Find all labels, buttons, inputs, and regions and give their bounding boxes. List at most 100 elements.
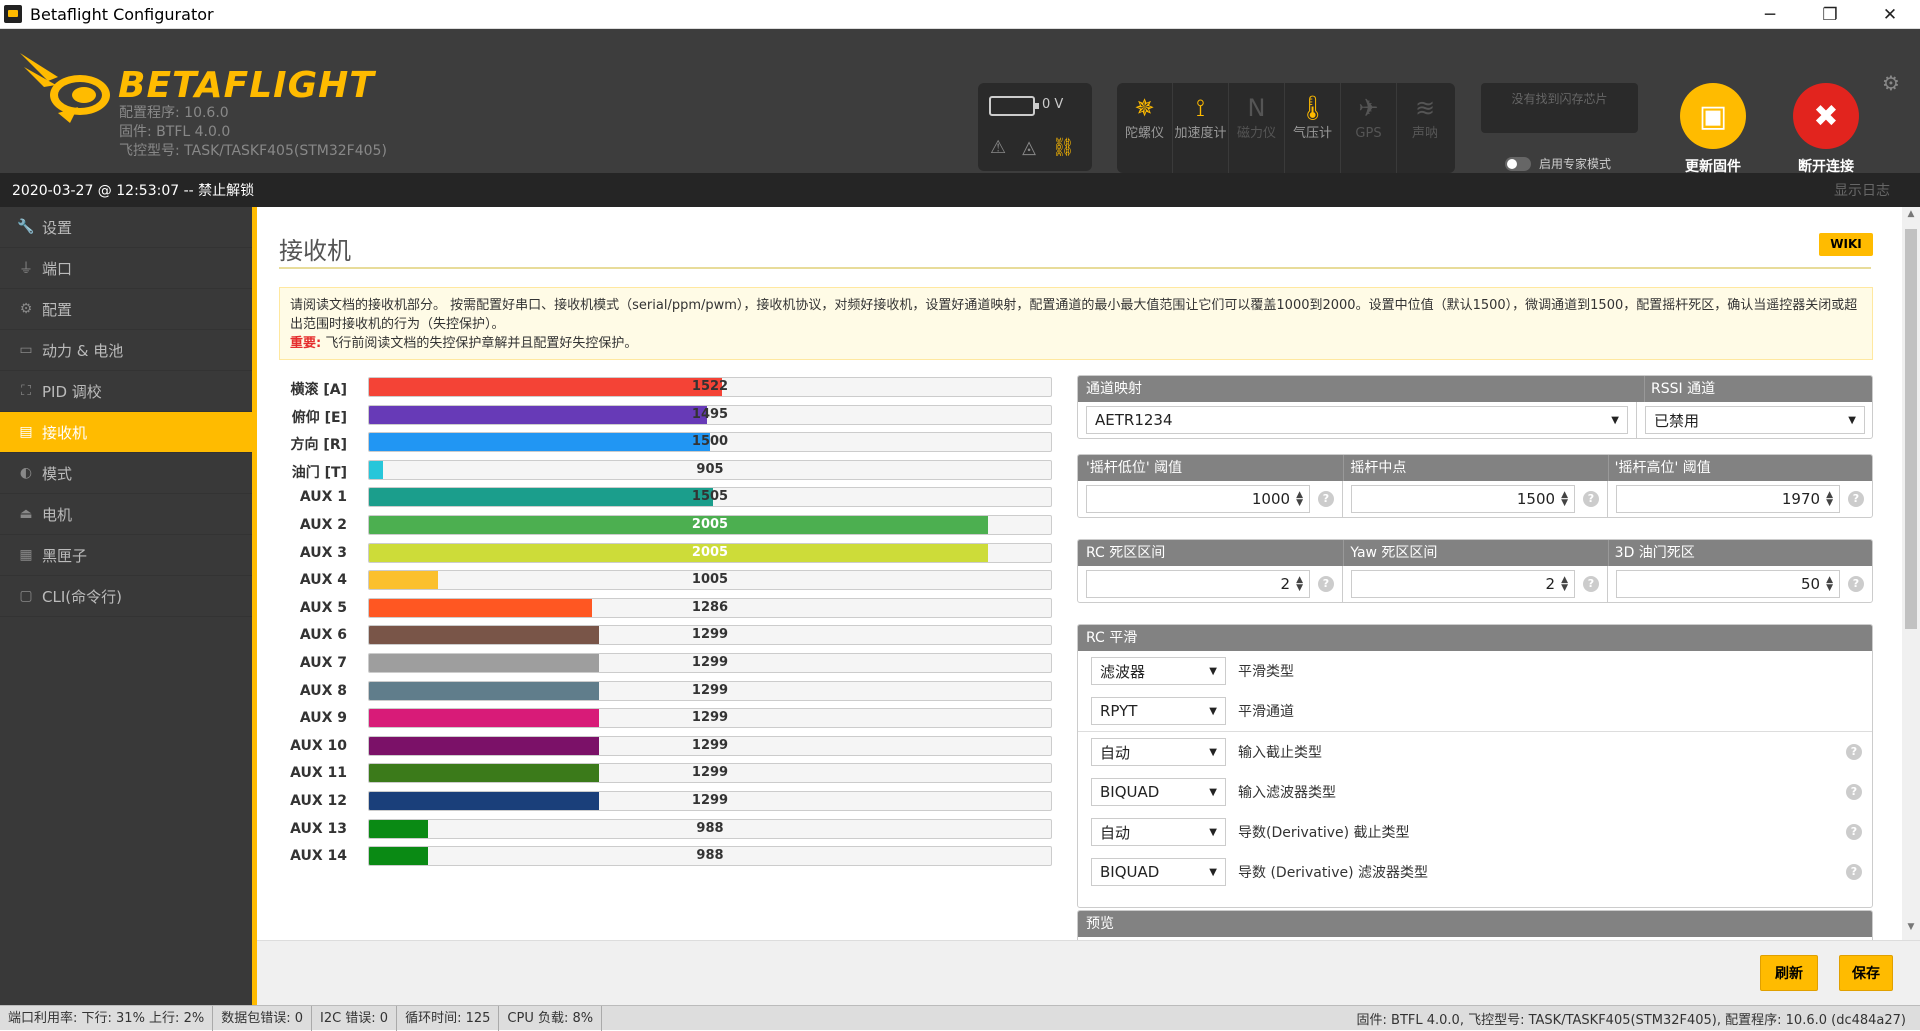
channel-map-select[interactable]: AETR1234 ▼ xyxy=(1086,406,1628,434)
sidebar-item-blackbox[interactable]: ▦ 黑匣子 xyxy=(0,535,252,576)
input-filter-select[interactable]: BIQUAD ▼ xyxy=(1091,778,1226,806)
save-button[interactable]: 保存 xyxy=(1839,955,1893,991)
cycle-time: 循环时间: 125 xyxy=(397,1005,500,1031)
help-icon[interactable]: ? xyxy=(1846,824,1862,840)
wiki-button[interactable]: WIKI xyxy=(1819,233,1873,256)
scrollbar-thumb[interactable] xyxy=(1905,229,1917,629)
expert-mode-toggle[interactable]: 启用专家模式 xyxy=(1505,155,1611,172)
sidebar-item-cli[interactable]: ▢ CLI(命令行) xyxy=(0,576,252,617)
sensor-label: 加速度计 xyxy=(1174,126,1227,141)
sidebar-item-ports[interactable]: ⏚ 端口 xyxy=(0,248,252,289)
channel-row: 横滚 [A] 1522 xyxy=(279,375,1052,403)
channel-bar: 1500 xyxy=(368,432,1052,453)
help-icon[interactable]: ? xyxy=(1583,576,1599,592)
spinner-icon[interactable]: ▲ ▼ xyxy=(1561,491,1568,508)
channel-value: 905 xyxy=(696,461,724,477)
channel-bar: 1299 xyxy=(368,652,1052,673)
close-button[interactable]: ✕ xyxy=(1860,0,1920,29)
sidebar-item-pid[interactable]: ⛶ PID 调校 xyxy=(0,371,252,412)
help-icon[interactable]: ? xyxy=(1846,784,1862,800)
sidebar-item-label: 设置 xyxy=(42,218,73,237)
notice-text: 请阅读文档的接收机部分。 按需配置好串口、接收机模式（serial/ppm/pw… xyxy=(290,298,1858,332)
derivative-filter-select[interactable]: BIQUAD ▼ xyxy=(1091,858,1226,886)
content-footer: 刷新 保存 xyxy=(257,940,1920,1005)
input-filter-row: BIQUAD ▼ 输入滤波器类型 ? xyxy=(1078,772,1872,812)
minimize-button[interactable]: ─ xyxy=(1740,0,1800,29)
refresh-button[interactable]: 刷新 xyxy=(1760,955,1818,991)
chevron-down-icon: ▼ xyxy=(1611,414,1619,426)
smoothing-channels-select[interactable]: RPYT ▼ xyxy=(1091,697,1226,725)
yaw-deadband-input[interactable]: 2 ▲ ▼ xyxy=(1351,570,1575,598)
scroll-up-icon[interactable]: ▲ xyxy=(1902,209,1920,225)
spinner-icon[interactable]: ▲ ▼ xyxy=(1826,576,1833,593)
settings-gear-icon[interactable]: ⚙ xyxy=(1882,71,1900,95)
channel-bar: 2005 xyxy=(368,542,1052,563)
channel-row: AUX 2 2005 xyxy=(279,513,1052,541)
board-name: 飞控型号: TASK/TASKF405(STM32F405) xyxy=(119,143,387,159)
sidebar-item-power[interactable]: ▭ 动力 & 电池 xyxy=(0,330,252,371)
sensor-gyro: ✵ 陀螺仪 xyxy=(1117,83,1173,173)
yaw-deadband-value: 2 xyxy=(1545,575,1556,593)
help-icon[interactable]: ? xyxy=(1848,491,1864,507)
help-icon[interactable]: ? xyxy=(1318,491,1334,507)
sidebar-item-motors[interactable]: ⏏ 电机 xyxy=(0,494,252,535)
sensor-barometer: 🌡 气压计 xyxy=(1285,83,1341,173)
channel-row: 方向 [R] 1500 xyxy=(279,430,1052,458)
terminal-icon: ▢ xyxy=(19,588,33,604)
toggle-switch[interactable] xyxy=(1505,156,1531,171)
rc-deadband-input[interactable]: 2 ▲ ▼ xyxy=(1086,570,1310,598)
content-scrollbar[interactable]: ▲ ▼ xyxy=(1902,207,1920,940)
channel-row: AUX 5 1286 xyxy=(279,596,1052,624)
battery-voltage: 0 V xyxy=(1042,97,1064,112)
spinner-icon[interactable]: ▲ ▼ xyxy=(1561,576,1568,593)
configurator-version: 配置程序: 10.6.0 xyxy=(119,105,229,121)
channel-value: 1299 xyxy=(691,792,729,808)
help-icon[interactable]: ? xyxy=(1846,744,1862,760)
motor-icon: ⏏ xyxy=(19,506,33,522)
stick-center-header: 摇杆中点 xyxy=(1343,455,1607,481)
maximize-button[interactable]: ❐ xyxy=(1800,0,1860,29)
disconnect-button[interactable]: ✖ 断开连接 xyxy=(1766,83,1886,176)
stick-center-input[interactable]: 1500 ▲ ▼ xyxy=(1351,485,1575,513)
i2c-errors: I2C 错误: 0 xyxy=(312,1005,398,1031)
stick-high-value: 1970 xyxy=(1781,490,1821,508)
channel-name: AUX 8 xyxy=(299,682,347,699)
scroll-down-icon[interactable]: ▼ xyxy=(1902,922,1920,938)
stick-low-input[interactable]: 1000 ▲ ▼ xyxy=(1086,485,1310,513)
throttle3d-deadband-input[interactable]: 50 ▲ ▼ xyxy=(1616,570,1840,598)
dataflash-status: 没有找到闪存芯片 xyxy=(1481,83,1638,133)
derivative-cutoff-select[interactable]: 自动 ▼ xyxy=(1091,818,1226,846)
barometer-icon: 🌡 xyxy=(1297,94,1328,122)
help-icon[interactable]: ? xyxy=(1583,491,1599,507)
chevron-down-icon: ▼ xyxy=(1848,414,1856,426)
sitemap-icon: ⛶ xyxy=(21,383,31,399)
spinner-icon[interactable]: ▲ ▼ xyxy=(1296,576,1303,593)
spinner-icon[interactable]: ▲ ▼ xyxy=(1296,491,1303,508)
connection-status-bar: 2020-03-27 @ 12:53:07 -- 禁止解锁 显示日志 xyxy=(0,173,1920,207)
spinner-icon[interactable]: ▲ ▼ xyxy=(1826,491,1833,508)
channel-name: AUX 10 xyxy=(290,737,347,754)
help-icon[interactable]: ? xyxy=(1318,576,1334,592)
channel-name: AUX 9 xyxy=(299,710,347,727)
sidebar-item-label: 端口 xyxy=(42,259,73,278)
channel-bar: 1299 xyxy=(368,790,1052,811)
update-firmware-button[interactable]: ▣ 更新固件 xyxy=(1653,83,1773,176)
sidebar-item-receiver[interactable]: ▤ 接收机 xyxy=(0,412,252,453)
help-icon[interactable]: ? xyxy=(1848,576,1864,592)
show-log-link[interactable]: 显示日志 xyxy=(1834,180,1890,200)
channel-bar: 905 xyxy=(368,459,1052,480)
channel-row: AUX 3 2005 xyxy=(279,541,1052,569)
sidebar-item-modes[interactable]: ◐ 模式 xyxy=(0,453,252,494)
smoothing-type-select[interactable]: 滤波器 ▼ xyxy=(1091,657,1226,685)
channel-value: 1505 xyxy=(691,489,729,505)
sidebar-item-setup[interactable]: 🔧 设置 xyxy=(0,207,252,248)
help-icon[interactable]: ? xyxy=(1846,864,1862,880)
stick-high-input[interactable]: 1970 ▲ ▼ xyxy=(1616,485,1840,513)
sidebar-item-configuration[interactable]: ⚙ 配置 xyxy=(0,289,252,330)
title-divider xyxy=(279,267,1871,269)
channel-bar: 1299 xyxy=(368,735,1052,756)
rssi-channel-select[interactable]: 已禁用 ▼ xyxy=(1645,406,1865,434)
input-cutoff-select[interactable]: 自动 ▼ xyxy=(1091,738,1226,766)
channel-name: AUX 11 xyxy=(290,765,347,782)
sensor-magnetometer: N 磁力仪 xyxy=(1229,83,1285,173)
